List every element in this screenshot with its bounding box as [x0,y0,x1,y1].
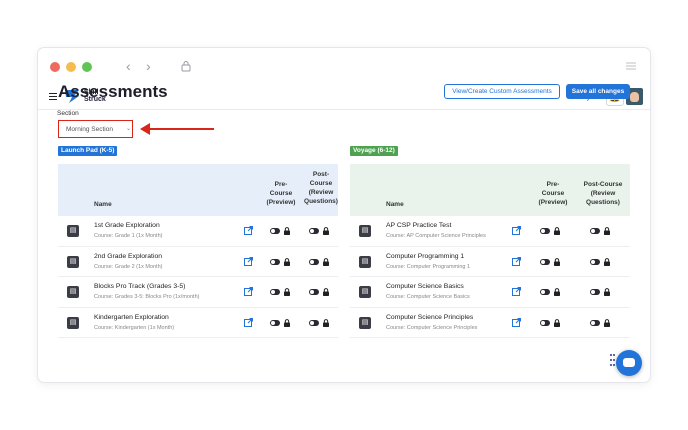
lock-icon [284,227,290,235]
lock-icon [604,318,610,327]
lock-icon [323,257,329,266]
post-course-toggle[interactable] [590,289,600,295]
table-row: ▤ 1st Grade Exploration Course: Grade 1 … [58,216,338,247]
pre-course-toggle[interactable] [270,289,280,295]
pre-course-toggle[interactable] [540,319,550,326]
clipboard-icon: ▤ [359,225,371,237]
assessment-course: Course: Computer Science Basics [386,294,470,300]
assessment-course: Course: Grade 1 (1x Month) [94,233,163,239]
clipboard-icon: ▤ [67,225,79,237]
post-course-toggle[interactable] [590,319,600,326]
table-header: Name Pre- Course (Preview) Post-Course (… [350,164,630,216]
external-link-icon[interactable] [244,256,253,266]
table-row: ▤ Kindergarten Exploration Course: Kinde… [58,308,338,338]
section-select-value: Morning Section [66,126,113,133]
lock-icon [554,318,560,327]
column-header-pre-course: Pre- Course (Preview) [538,181,568,206]
pre-course-toggle[interactable] [540,289,550,295]
pre-course-toggle[interactable] [270,319,280,326]
table-row: ▤ Computer Programming 1 Course: Compute… [350,247,630,277]
chevron-down-icon: ⌄ [126,126,132,132]
assessment-name: Computer Science Basics [386,283,464,290]
post-course-toggle[interactable] [309,228,319,234]
lock-icon [323,318,329,327]
assessment-course: Course: Kindergarten (1x Month) [94,324,175,331]
pre-course-toggle[interactable] [540,228,550,234]
lock-icon [554,257,560,266]
column-header-post-course: Post- Course (Review Questions) [304,171,338,205]
assessment-name: Computer Science Principles [386,313,474,321]
external-link-icon[interactable] [512,226,521,235]
external-link-icon[interactable] [512,287,521,296]
assessment-name: Blocks Pro Track (Grades 3-5) [94,283,186,290]
chat-bubble-icon [623,358,635,367]
assessment-course: Course: Computer Science Principles [386,324,478,331]
assessment-course: Course: Grades 3-5: Blocks Pro (1x/month… [94,294,200,300]
voyage-table: Name Pre- Course (Preview) Post-Course (… [350,164,630,338]
table-header: Name Pre- Course (Preview) Post- Course … [58,164,338,216]
table-row: ▤ Computer Science Basics Course: Comput… [350,277,630,308]
external-link-icon[interactable] [244,287,253,296]
assessment-name: AP CSP Practice Test [386,222,452,229]
clipboard-icon: ▤ [67,316,79,329]
voyage-badge: Voyage (6-12) [350,146,398,156]
launch-pad-badge: Launch Pad (K-5) [58,146,118,156]
section-select[interactable]: Morning Section ⌄ [58,120,133,138]
pre-course-toggle[interactable] [270,228,280,234]
section-label: Section [57,110,79,117]
post-course-toggle[interactable] [590,258,600,265]
pre-course-toggle[interactable] [270,258,280,265]
chat-support-button[interactable] [616,350,642,376]
table-row: ▤ 2nd Grade Exploration Course: Grade 2 … [58,247,338,277]
external-link-icon[interactable] [244,226,253,235]
external-link-icon[interactable] [512,317,521,327]
external-link-icon[interactable] [244,317,253,327]
view-create-custom-assessments-button[interactable]: View/Create Custom Assessments [444,84,560,99]
external-link-icon[interactable] [512,256,521,266]
clipboard-icon: ▤ [359,316,371,329]
clipboard-icon: ▤ [67,255,79,268]
assessment-name: 2nd Grade Exploration [94,252,163,260]
post-course-toggle[interactable] [590,228,600,234]
lock-icon [604,288,610,296]
lock-icon [554,288,560,296]
clipboard-icon: ▤ [359,286,371,298]
column-header-pre-course: Pre- Course (Preview) [266,181,296,206]
column-header-name: Name [386,201,404,208]
lock-icon [604,257,610,266]
assessment-name: Computer Programming 1 [386,252,465,260]
assessment-name: 1st Grade Exploration [94,222,160,229]
lock-icon [284,257,290,266]
lock-icon [554,227,560,235]
page-title: Assessments [58,82,168,101]
lock-icon [323,227,329,235]
table-row: ▤ Computer Science Principles Course: Co… [350,308,630,338]
lock-icon [284,288,290,296]
column-header-post-course: Post-Course (Review Questions) [583,181,623,206]
assessment-course: Course: Computer Programming 1 [386,263,471,270]
post-course-toggle[interactable] [309,289,319,295]
lock-icon [323,288,329,296]
post-course-toggle[interactable] [309,258,319,265]
lock-icon [284,318,290,327]
launch-pad-table: Name Pre- Course (Preview) Post- Course … [58,164,338,338]
annotation-arrow-icon [140,123,214,135]
assessment-course: Course: Grade 2 (1x Month) [94,263,163,270]
table-row: ▤ AP CSP Practice Test Course: AP Comput… [350,216,630,247]
table-row: ▤ Blocks Pro Track (Grades 3-5) Course: … [58,277,338,308]
assessment-name: Kindergarten Exploration [94,313,169,321]
post-course-toggle[interactable] [309,319,319,326]
clipboard-icon: ▤ [359,255,371,268]
column-header-name: Name [94,201,112,208]
page-content: Assessments View/Create Custom Assessmen… [38,48,650,382]
assessment-course: Course: AP Computer Science Principles [386,233,486,239]
lock-icon [604,227,610,235]
clipboard-icon: ▤ [67,286,79,298]
drag-handle-icon[interactable] [610,354,615,370]
save-all-changes-button[interactable]: Save all changes [566,84,630,99]
pre-course-toggle[interactable] [540,258,550,265]
